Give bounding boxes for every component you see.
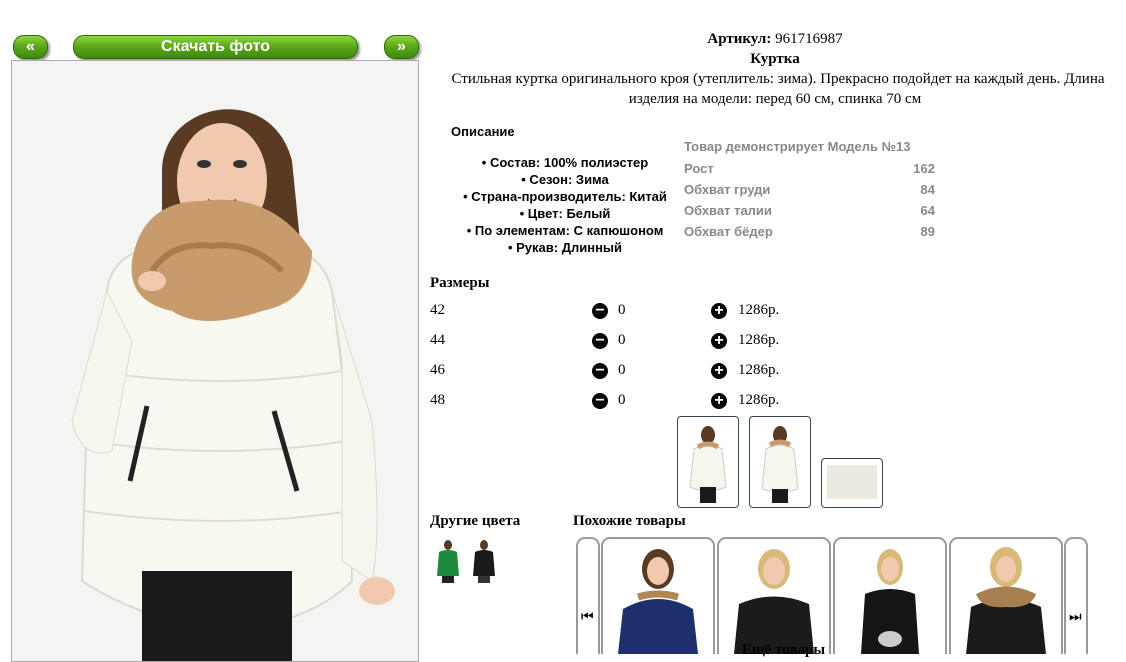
sizes-heading: Размеры	[430, 275, 490, 291]
plus-icon[interactable]: +	[711, 363, 727, 379]
size-label: 48	[430, 392, 445, 408]
similar-product-card[interactable]	[833, 537, 947, 654]
size-label: 46	[430, 362, 445, 378]
model-row: Обхват талии 64	[684, 203, 935, 224]
minus-icon[interactable]: −	[592, 393, 608, 409]
description-item: • Состав: 100% полиэстер	[481, 155, 649, 170]
plus-icon[interactable]: +	[711, 393, 727, 409]
model-row: Рост 162	[684, 161, 935, 182]
prev-photo-button[interactable]: «	[13, 35, 48, 59]
description-item: • Рукав: Длинный	[507, 240, 623, 255]
similar-products-heading: Похожие товары	[573, 513, 686, 529]
similar-product-card[interactable]	[949, 537, 1063, 654]
model-row-value: 84	[920, 182, 935, 197]
size-price: 1286р.	[738, 332, 780, 348]
main-product-photo	[11, 60, 419, 662]
model-heading: Товар демонстрирует Модель №13	[684, 139, 911, 154]
description-item: • Страна-производитель: Китай	[463, 189, 667, 204]
similar-prev-button[interactable]: ⏮	[576, 537, 600, 654]
size-label: 42	[430, 302, 445, 318]
plus-icon[interactable]: +	[711, 303, 727, 319]
similar-next-button[interactable]: ⏭	[1064, 537, 1088, 654]
model-row-value: 64	[920, 203, 935, 218]
description-item: • По элементам: С капюшоном	[466, 223, 664, 238]
photo-thumbnail[interactable]	[677, 416, 739, 508]
size-price: 1286р.	[738, 302, 780, 318]
size-qty: 0	[618, 332, 626, 348]
article-label: Артикул:	[707, 31, 772, 47]
minus-icon[interactable]: −	[592, 363, 608, 379]
size-qty: 0	[618, 302, 626, 318]
model-row-label: Рост	[684, 161, 714, 176]
model-row-label: Обхват талии	[684, 203, 772, 218]
product-description-line1: Стильная куртка оригинального кроя (утеп…	[451, 71, 1105, 87]
size-row: 46 − 0 + 1286р.	[430, 362, 790, 382]
model-row-label: Обхват бёдер	[684, 224, 773, 239]
size-row: 48 − 0 + 1286р.	[430, 392, 790, 412]
size-qty: 0	[618, 392, 626, 408]
description-list: • Состав: 100% полиэстер • Сезон: Зима •…	[440, 154, 690, 256]
article-line: Артикул: 961716987	[430, 31, 1120, 48]
description-item: • Сезон: Зима	[521, 172, 609, 187]
color-swatch-black[interactable]	[470, 538, 498, 584]
similar-product-card[interactable]	[717, 537, 831, 654]
photo-thumbnail[interactable]	[749, 416, 811, 508]
description-heading: Описание	[451, 124, 515, 139]
skip-back-icon: ⏮	[581, 609, 594, 625]
minus-icon[interactable]: −	[592, 303, 608, 319]
plus-icon[interactable]: +	[711, 333, 727, 349]
photo-thumbnail[interactable]	[821, 458, 883, 508]
next-photo-button[interactable]: »	[384, 35, 419, 59]
description-item: • Цвет: Белый	[519, 206, 611, 221]
size-label: 44	[430, 332, 445, 348]
model-row-value: 89	[920, 224, 935, 239]
size-row: 42 − 0 + 1286р.	[430, 302, 790, 322]
download-photo-button[interactable]: Скачать фото	[73, 35, 358, 59]
skip-forward-icon: ⏭	[1069, 609, 1082, 625]
article-value: 961716987	[775, 31, 843, 47]
model-row: Обхват бёдер 89	[684, 224, 935, 245]
size-qty: 0	[618, 362, 626, 378]
other-colors-heading: Другие цвета	[430, 513, 521, 529]
size-price: 1286р.	[738, 362, 780, 378]
minus-icon[interactable]: −	[592, 333, 608, 349]
model-row-label: Обхват груди	[684, 182, 771, 197]
product-title: Куртка	[750, 51, 800, 67]
color-swatch-green[interactable]	[434, 538, 462, 584]
size-row: 44 − 0 + 1286р.	[430, 332, 790, 352]
similar-product-card[interactable]	[601, 537, 715, 654]
product-description-line2: изделия на модели: перед 60 см, спинка 7…	[628, 91, 922, 107]
more-products-link[interactable]: Ещё товары	[742, 642, 825, 659]
size-price: 1286р.	[738, 392, 780, 408]
model-row-value: 162	[913, 161, 935, 176]
model-row: Обхват груди 84	[684, 182, 935, 203]
